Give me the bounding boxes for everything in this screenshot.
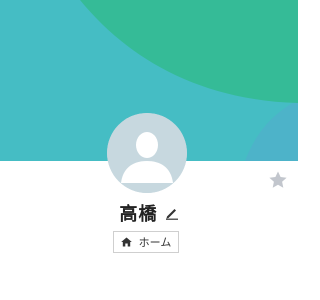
home-button[interactable]: ホーム xyxy=(113,231,179,253)
profile-name: 高橋 xyxy=(119,204,158,225)
home-icon xyxy=(120,237,132,247)
user-silhouette-icon xyxy=(107,113,187,193)
profile-name-row: 高橋 xyxy=(0,200,298,226)
home-button-label: ホーム xyxy=(138,236,172,249)
favorite-star-icon[interactable] xyxy=(268,170,288,190)
pencil-icon[interactable] xyxy=(165,206,179,220)
profile-avatar[interactable] xyxy=(107,113,187,193)
